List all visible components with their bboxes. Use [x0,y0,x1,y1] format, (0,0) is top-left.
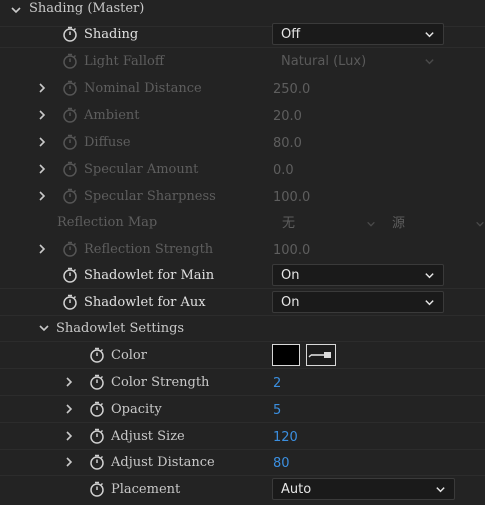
stopwatch-icon [62,107,78,123]
shadowlet-aux-label: Shadowlet for Aux [84,295,206,310]
chevron-down-icon [424,297,435,312]
shading-label: Shading [84,27,139,42]
diffuse-value: 80.0 [273,136,302,151]
row-opacity: Opacity 5 [0,396,485,423]
eyedropper-icon[interactable] [306,344,336,366]
shadowlet-main-label: Shadowlet for Main [84,268,215,283]
adjust-size-value[interactable]: 120 [273,429,298,446]
reflection-strength-value: 100.0 [273,243,311,258]
chevron-right-icon[interactable] [36,109,48,121]
chevron-right-icon[interactable] [63,376,75,388]
stopwatch-icon [62,134,78,150]
row-specular-sharpness: Specular Sharpness 100.0 [0,183,485,210]
diffuse-label: Diffuse [84,135,131,150]
stopwatch-icon [62,53,78,69]
shadowlet-aux-value: On [281,295,300,310]
chevron-right-icon[interactable] [36,163,48,175]
placement-label: Placement [111,482,181,497]
chevron-down-icon[interactable] [10,4,22,16]
adjust-distance-value[interactable]: 80 [273,455,290,472]
row-color-strength: Color Strength 2 [0,369,485,396]
adjust-size-label: Adjust Size [111,429,185,444]
color-strength-label: Color Strength [111,375,210,390]
chevron-down-icon [475,218,485,233]
stopwatch-icon[interactable] [62,26,78,42]
stopwatch-icon[interactable] [62,267,78,283]
chevron-right-icon[interactable] [36,190,48,202]
row-diffuse: Diffuse 80.0 [0,129,485,156]
reflection-strength-label: Reflection Strength [84,242,214,257]
adjust-distance-label: Adjust Distance [111,455,215,470]
chevron-down-icon [424,29,435,44]
stopwatch-icon [62,188,78,204]
ambient-value: 20.0 [273,109,302,124]
light-falloff-dropdown: Natural (Lux) [272,50,444,72]
shading-value: Off [281,27,301,42]
opacity-label: Opacity [111,402,162,417]
stopwatch-icon[interactable] [62,294,78,310]
row-nominal-distance: Nominal Distance 250.0 [0,75,485,102]
stopwatch-icon[interactable] [89,347,105,363]
chevron-down-icon [435,484,446,499]
nominal-distance-value: 250.0 [273,82,311,97]
specular-amount-value: 0.0 [273,163,294,178]
light-falloff-value: Natural (Lux) [281,54,367,69]
stopwatch-icon[interactable] [89,374,105,390]
stopwatch-icon[interactable] [89,401,105,417]
row-shadowlet-main: Shadowlet for Main On [0,262,485,289]
row-color: Color [0,342,485,369]
nominal-distance-label: Nominal Distance [84,81,202,96]
reflection-map-label: Reflection Map [57,215,158,230]
row-reflection-strength: Reflection Strength 100.0 [0,236,485,263]
chevron-right-icon[interactable] [36,136,48,148]
chevron-down-icon [366,218,376,233]
specular-amount-label: Specular Amount [84,162,199,177]
row-ambient: Ambient 20.0 [0,102,485,129]
chevron-down-icon [424,270,435,285]
opacity-value[interactable]: 5 [273,402,281,419]
stopwatch-icon[interactable] [89,481,105,497]
color-strength-value[interactable]: 2 [273,375,281,392]
chevron-right-icon[interactable] [63,456,75,468]
stopwatch-icon[interactable] [89,454,105,470]
chevron-down-icon[interactable] [38,322,50,334]
row-placement: Placement Auto [0,476,485,503]
chevron-right-icon[interactable] [36,82,48,94]
row-specular-amount: Specular Amount 0.0 [0,156,485,183]
row-shadowlet-aux: Shadowlet for Aux On [0,289,485,316]
stopwatch-icon [62,241,78,257]
group-shadowlet-settings[interactable]: Shadowlet Settings [0,315,485,342]
specular-sharpness-label: Specular Sharpness [84,189,216,204]
specular-sharpness-value: 100.0 [273,190,311,205]
chevron-right-icon[interactable] [63,403,75,415]
shadowlet-aux-dropdown[interactable]: On [272,291,444,313]
reflection-map-source-value: 源 [392,216,406,231]
stopwatch-icon[interactable] [89,428,105,444]
light-falloff-label: Light Falloff [84,54,165,69]
chevron-right-icon[interactable] [63,430,75,442]
reflection-map-layer-value: 无 [282,216,296,231]
group-title: Shading (Master) [29,1,145,16]
placement-dropdown[interactable]: Auto [272,478,455,500]
shadowlet-main-value: On [281,268,300,283]
row-shading: Shading Off [0,21,485,48]
shading-dropdown[interactable]: Off [272,23,444,45]
chevron-down-icon [424,56,435,71]
shadowlet-settings-label: Shadowlet Settings [56,321,185,336]
row-light-falloff: Light Falloff Natural (Lux) [0,48,485,75]
stopwatch-icon [62,161,78,177]
row-adjust-size: Adjust Size 120 [0,423,485,450]
row-adjust-distance: Adjust Distance 80 [0,449,485,476]
color-label: Color [111,348,147,363]
chevron-right-icon[interactable] [36,243,48,255]
color-swatch[interactable] [272,344,300,366]
stopwatch-icon [62,80,78,96]
shadowlet-main-dropdown[interactable]: On [272,264,444,286]
ambient-label: Ambient [84,108,140,123]
row-reflection-map: Reflection Map 无 源 [0,209,485,236]
placement-value: Auto [281,482,312,497]
